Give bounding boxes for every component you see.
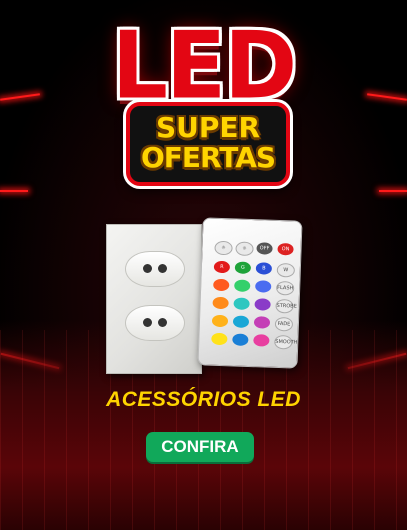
- badge-line-super: SUPER: [155, 111, 261, 144]
- led-logo: LED: [111, 11, 297, 120]
- color-button: [253, 334, 270, 347]
- color-button: [212, 296, 229, 310]
- remote-blue-button: B: [255, 262, 273, 275]
- outlet-bottom: [125, 305, 185, 341]
- outlet-hole: [158, 264, 167, 273]
- remote-flash-button: FLASH: [275, 280, 295, 296]
- color-button: [255, 280, 272, 293]
- socket-plate-image: [106, 224, 202, 374]
- color-button: [253, 316, 271, 329]
- remote-fade-button: FADE: [274, 316, 294, 332]
- confira-button[interactable]: CONFIRA: [146, 432, 254, 462]
- outlet-hole: [158, 318, 167, 327]
- color-button: [232, 333, 249, 346]
- remote-strobe-button: STROBE: [275, 298, 297, 314]
- outlet-top: [125, 251, 185, 287]
- badge-line-ofertas: OFERTAS: [140, 141, 276, 174]
- super-ofertas-badge: SUPER OFERTAS: [126, 102, 290, 186]
- color-button: [211, 332, 228, 346]
- neon-strip-left-mid: [0, 190, 28, 192]
- outlet-hole: [143, 318, 152, 327]
- neon-strip-right-mid: [379, 190, 407, 192]
- brightness-up-icon: ☼: [214, 240, 233, 256]
- color-button: [234, 279, 251, 293]
- remote-red-button: R: [213, 260, 231, 274]
- remote-off-button: OFF: [256, 242, 273, 255]
- remote-white-button: W: [276, 262, 296, 278]
- remote-on-button: ON: [277, 242, 294, 256]
- color-button: [254, 298, 271, 311]
- outlet-hole: [143, 264, 152, 273]
- brightness-down-icon: ☼: [235, 241, 254, 257]
- remote-smooth-button: SMOOTH: [274, 334, 298, 350]
- color-button: [213, 278, 230, 292]
- color-button: [211, 314, 229, 328]
- rgb-remote-image: ☼ ☼ OFF ON R G B W FLASH STROBE FADE SMO…: [197, 217, 303, 369]
- remote-green-button: G: [234, 261, 252, 275]
- color-button: [233, 297, 250, 310]
- promo-banner[interactable]: LED SUPER OFERTAS ☼ ☼ OFF ON R G B W FLA…: [0, 0, 407, 530]
- color-button: [232, 315, 250, 328]
- category-title: ACESSÓRIOS LED: [106, 388, 301, 411]
